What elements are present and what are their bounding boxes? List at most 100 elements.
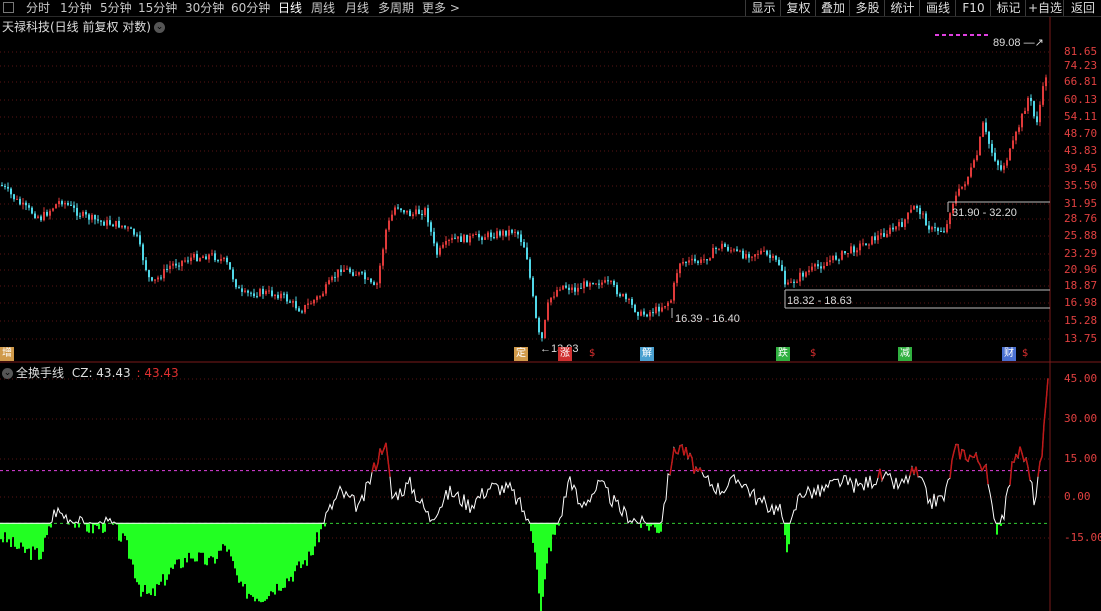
volume-bar-bear xyxy=(286,523,288,579)
candle-body xyxy=(187,260,189,262)
candle-body xyxy=(316,296,318,300)
volume-bar-bear xyxy=(86,523,88,532)
candle-body xyxy=(742,250,744,259)
candle-body xyxy=(631,299,633,305)
candle-body xyxy=(871,236,873,245)
volume-bar-bear xyxy=(236,523,238,576)
candle-body xyxy=(376,283,378,285)
volume-bar-bear xyxy=(166,523,168,580)
volume-bar-bear xyxy=(276,523,278,584)
volume-bar-bear xyxy=(88,523,90,533)
volume-bar-bear xyxy=(176,523,178,560)
chart-canvas[interactable]: 31.90 - 32.20 18.32 - 18.63 16.39 - 16.40 8… xyxy=(0,0,1101,611)
volume-bar-bear xyxy=(206,523,208,566)
candle-body xyxy=(658,306,660,312)
turnover-line-hot xyxy=(915,466,919,477)
candle-body xyxy=(292,301,294,303)
volume-bar-bear xyxy=(164,523,166,586)
volume-bar-bear xyxy=(34,523,36,550)
event-badge[interactable]: 定 xyxy=(514,347,528,361)
volume-bar-bear xyxy=(250,523,252,596)
candle-body xyxy=(139,235,141,245)
turnover-line-hot xyxy=(677,445,681,454)
range-label: 18.32 - 18.63 xyxy=(787,295,852,307)
turnover-line-hot xyxy=(1043,402,1047,425)
candle-body xyxy=(127,227,129,229)
volume-bar-bear xyxy=(200,523,202,553)
volume-bar-bear xyxy=(532,523,534,543)
candle-body xyxy=(106,220,108,226)
volume-bar-bear xyxy=(192,523,194,559)
volume-bar-bear xyxy=(216,523,218,559)
volume-bar-bear xyxy=(530,523,532,532)
candle-body xyxy=(61,201,63,205)
candle-body xyxy=(766,250,768,255)
candle-body xyxy=(295,301,297,309)
volume-bar-bear xyxy=(260,523,262,603)
candle-body xyxy=(874,236,876,241)
candle-body xyxy=(682,262,684,264)
candle-body xyxy=(334,276,336,278)
volume-bar-bear xyxy=(150,523,152,596)
volume-bar-bear xyxy=(542,523,544,597)
candle-body xyxy=(481,237,483,240)
volume-bar-bear xyxy=(220,523,222,551)
volume-bar-bear xyxy=(282,523,284,589)
event-badge[interactable]: 跌 xyxy=(776,347,790,361)
candle-body xyxy=(412,214,414,217)
candle-body xyxy=(502,230,504,236)
turnover-line-hot xyxy=(985,464,989,485)
candle-body xyxy=(436,243,438,255)
candle-body xyxy=(439,247,441,255)
candle-body xyxy=(391,214,393,221)
event-badge[interactable]: 涨 xyxy=(558,347,572,361)
candle-body xyxy=(535,296,537,318)
candle-body xyxy=(754,254,756,257)
event-badge[interactable]: 解 xyxy=(640,347,654,361)
event-badge[interactable]: 增 xyxy=(0,347,14,361)
candle-body xyxy=(616,284,618,295)
event-badge[interactable]: 财 xyxy=(1002,347,1016,361)
candle-body xyxy=(793,281,795,283)
candle-body xyxy=(274,294,276,296)
candle-body xyxy=(907,212,909,220)
volume-bar-bear xyxy=(264,523,266,601)
candle-body xyxy=(949,213,951,225)
event-badge[interactable]: $ xyxy=(808,347,818,361)
event-badge[interactable]: $ xyxy=(587,347,597,361)
candle-body xyxy=(142,244,144,261)
volume-bar-bear xyxy=(228,523,230,550)
candle-body xyxy=(361,272,363,274)
volume-bar-bear xyxy=(194,523,196,562)
candle-body xyxy=(64,202,66,205)
candle-body xyxy=(988,131,990,144)
candle-body xyxy=(445,241,447,245)
volume-bar-bear xyxy=(316,523,318,533)
candle-body xyxy=(1018,127,1020,132)
candle-body xyxy=(868,244,870,246)
candle-body xyxy=(931,227,933,230)
event-badge[interactable]: 减 xyxy=(898,347,912,361)
candle-body xyxy=(277,294,279,299)
candle-body xyxy=(1003,165,1005,170)
candle-body xyxy=(151,277,153,281)
volume-bar-bear xyxy=(550,523,552,552)
candle-body xyxy=(685,262,687,264)
candle-body xyxy=(133,228,135,235)
turnover-line-hot xyxy=(953,444,957,452)
volume-bar-bear xyxy=(552,523,554,535)
candle-body xyxy=(4,185,6,187)
candle-body xyxy=(1006,160,1008,166)
candle-body xyxy=(937,228,939,232)
candle-body xyxy=(970,167,972,177)
candle-body xyxy=(826,262,828,266)
candle-body xyxy=(679,263,681,274)
candle-body xyxy=(310,303,312,305)
candle-body xyxy=(1027,97,1029,111)
candle-body xyxy=(208,254,210,260)
candle-body xyxy=(349,268,351,273)
event-badge[interactable]: $ xyxy=(1020,347,1030,361)
candle-body xyxy=(709,258,711,261)
volume-bar-bear xyxy=(214,523,216,564)
candle-body xyxy=(433,231,435,244)
